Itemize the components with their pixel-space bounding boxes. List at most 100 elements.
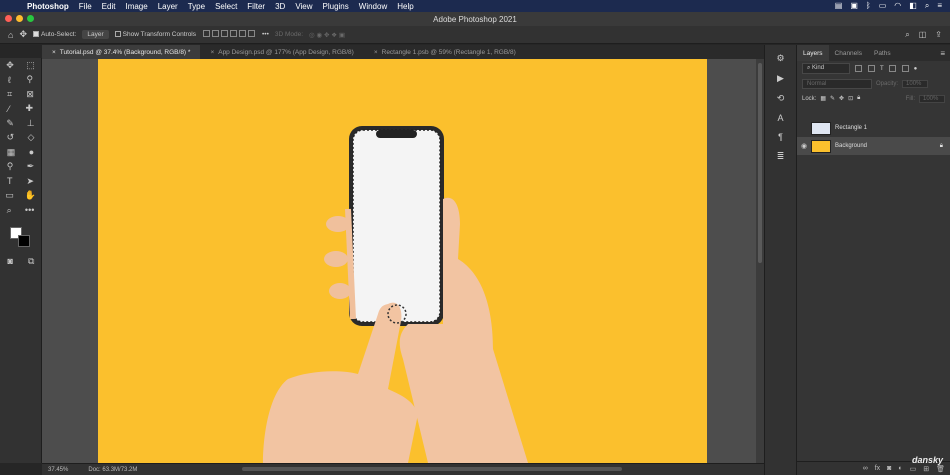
menu-type[interactable]: Type <box>183 2 210 11</box>
auto-select-checkbox[interactable]: Auto-Select: <box>32 31 76 38</box>
filter-pixel-icon[interactable] <box>855 65 862 72</box>
menu-window[interactable]: Window <box>354 2 392 11</box>
align-bottom-icon[interactable] <box>221 30 229 37</box>
blur-tool-icon[interactable]: ● <box>29 147 34 157</box>
type-tool-icon[interactable]: T <box>7 176 13 186</box>
opacity-field[interactable]: 100% <box>902 79 929 88</box>
screen-mode-icon[interactable]: ⧉ <box>28 256 34 267</box>
pen-tool-icon[interactable]: ✒ <box>27 161 35 172</box>
search-icon[interactable]: ⌕ <box>925 1 929 11</box>
minimize-window-button[interactable] <box>16 15 23 22</box>
stamp-tool-icon[interactable]: ⊥ <box>27 118 35 129</box>
menu-edit[interactable]: Edit <box>97 2 121 11</box>
vertical-scrollbar[interactable] <box>756 59 764 463</box>
zoom-window-button[interactable] <box>27 15 34 22</box>
group-icon[interactable]: ▭ <box>910 465 917 473</box>
tab-layers[interactable]: Layers <box>797 45 829 61</box>
path-select-tool-icon[interactable]: ➤ <box>26 176 34 187</box>
menu-help[interactable]: Help <box>392 2 418 11</box>
transform-controls-checkbox[interactable]: Show Transform Controls <box>114 31 196 38</box>
properties-icon[interactable]: ⚙ <box>776 53 784 64</box>
panel-menu-icon[interactable]: ≡ <box>940 49 950 58</box>
filter-type-icon[interactable]: T <box>880 66 884 72</box>
home-icon[interactable]: ⌂ <box>8 30 13 40</box>
menu-file[interactable]: File <box>74 2 97 11</box>
menu-layer[interactable]: Layer <box>153 2 183 11</box>
menu-list-icon[interactable]: ≡ <box>937 1 942 11</box>
align-middle-icon[interactable] <box>212 30 220 37</box>
character-icon[interactable]: A <box>777 113 783 123</box>
history-icon[interactable]: ⟲ <box>777 93 785 104</box>
lock-position-icon[interactable]: ✥ <box>839 95 844 102</box>
horizontal-scrollbar[interactable] <box>242 467 622 471</box>
frame-tool-icon[interactable]: ⊠ <box>26 89 34 100</box>
fx-icon[interactable]: fx <box>875 465 880 472</box>
trash-icon[interactable]: 🗑︎ <box>936 465 945 473</box>
filter-toggle-icon[interactable]: ● <box>914 66 918 72</box>
more-options-icon[interactable]: ••• <box>262 31 269 38</box>
lock-transparent-icon[interactable]: ▦ <box>820 95 826 102</box>
filter-shape-icon[interactable] <box>888 65 896 72</box>
tab-close-icon[interactable]: × <box>52 49 56 56</box>
paragraph-icon[interactable]: ¶ <box>778 132 783 142</box>
dodge-tool-icon[interactable]: ⚲ <box>7 161 14 172</box>
share-icon[interactable]: ⇪ <box>935 30 942 40</box>
eraser-tool-icon[interactable]: ◇ <box>27 132 34 143</box>
menu-image[interactable]: Image <box>120 2 152 11</box>
auto-select-dropdown[interactable]: Layer <box>82 30 109 39</box>
align-top-icon[interactable] <box>203 30 211 37</box>
search-icon[interactable]: ⌕ <box>905 30 909 40</box>
background-color-swatch[interactable] <box>18 235 30 247</box>
rectangle-tool-icon[interactable]: ▭ <box>5 190 14 201</box>
tab-channels[interactable]: Channels <box>829 45 868 61</box>
layer-row-rectangle[interactable]: Rectangle 1 <box>797 119 950 137</box>
tab-close-icon[interactable]: × <box>374 49 378 56</box>
window-icon[interactable]: ▤ <box>835 1 843 11</box>
document-canvas[interactable] <box>98 59 707 463</box>
fill-field[interactable]: 100% <box>919 94 945 103</box>
menu-select[interactable]: Select <box>210 2 242 11</box>
menu-3d[interactable]: 3D <box>270 2 290 11</box>
tab-app-design[interactable]: × App Design.psd @ 177% (App Design, RGB/… <box>200 45 363 59</box>
new-layer-icon[interactable]: ⊞ <box>923 465 929 473</box>
healing-tool-icon[interactable]: ✚ <box>25 103 33 114</box>
eyedropper-tool-icon[interactable]: ⁄ <box>8 104 10 114</box>
brush-tool-icon[interactable]: ✎ <box>6 118 14 129</box>
menu-filter[interactable]: Filter <box>242 2 270 11</box>
filter-adjustment-icon[interactable] <box>868 65 875 72</box>
menu-plugins[interactable]: Plugins <box>318 2 354 11</box>
control-center-icon[interactable]: ◧ <box>909 1 917 11</box>
tab-paths[interactable]: Paths <box>868 45 897 61</box>
close-window-button[interactable] <box>5 15 12 22</box>
tab-tutorial[interactable]: × Tutorial.psd @ 37.4% (Background, RGB/8… <box>42 45 201 59</box>
blend-mode-dropdown[interactable]: Normal <box>802 78 872 89</box>
move-tool-icon[interactable]: ✥ <box>19 29 27 40</box>
battery-icon[interactable]: ▭ <box>879 1 887 11</box>
wifi-icon[interactable]: ◠ <box>894 1 901 11</box>
canvas-area[interactable] <box>42 59 764 463</box>
link-layers-icon[interactable]: ∞ <box>863 465 868 472</box>
layer-filter-dropdown[interactable]: ⌕ Kind <box>802 63 850 74</box>
lasso-tool-icon[interactable]: ℓ <box>8 75 11 85</box>
move-tool-icon[interactable]: ✥ <box>6 60 14 71</box>
magic-wand-tool-icon[interactable]: ⚲ <box>27 74 34 85</box>
workspace-icon[interactable]: ◫ <box>919 30 927 40</box>
mask-icon[interactable]: ◙ <box>887 465 891 472</box>
layer-row-background[interactable]: ◉ Background 🔒︎ <box>797 137 950 155</box>
quick-mask-icon[interactable]: ◙ <box>8 256 13 266</box>
bluetooth-icon[interactable]: ᛒ <box>866 1 871 11</box>
play-icon[interactable]: ▶ <box>777 73 784 84</box>
lock-image-icon[interactable]: ✎ <box>830 95 835 102</box>
filter-smart-icon[interactable] <box>901 65 909 72</box>
more-tools-icon[interactable]: ••• <box>25 205 34 215</box>
hand-tool-icon[interactable]: ✋ <box>24 190 35 201</box>
history-brush-icon[interactable]: ↺ <box>7 132 15 143</box>
lock-artboard-icon[interactable]: ⊡ <box>848 95 853 102</box>
zoom-tool-icon[interactable]: ⌕ <box>7 205 12 216</box>
gradient-tool-icon[interactable]: ▦ <box>7 147 16 158</box>
align-right-icon[interactable] <box>248 30 256 37</box>
zoom-level[interactable]: 37.45% <box>48 467 68 473</box>
display-icon[interactable]: ▣ <box>850 1 858 11</box>
crop-tool-icon[interactable]: ⌗ <box>7 89 12 100</box>
menu-view[interactable]: View <box>290 2 317 11</box>
